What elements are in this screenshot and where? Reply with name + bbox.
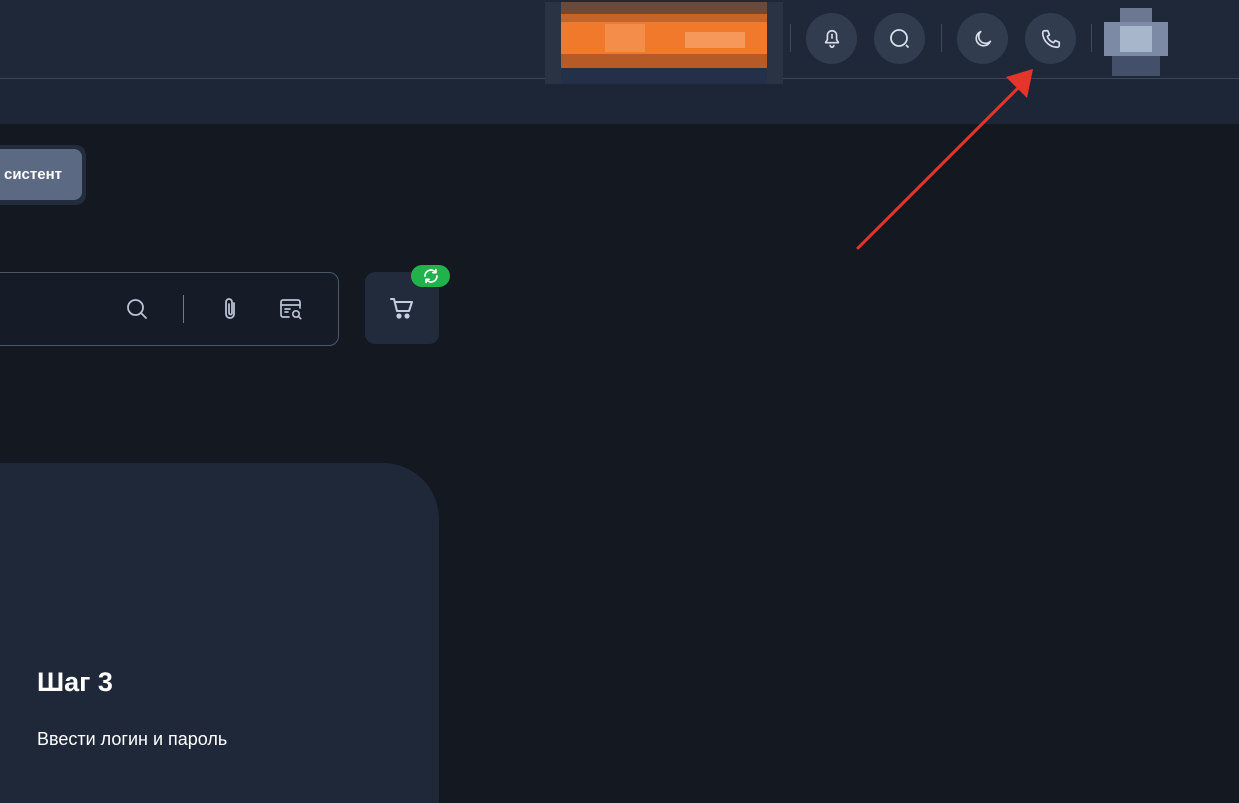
assistant-button-frame: систент	[0, 145, 86, 205]
redacted-banner[interactable]	[545, 2, 783, 84]
step-card: Шаг 3 Ввести логин и пароль	[0, 463, 439, 803]
avatar[interactable]	[1104, 8, 1168, 76]
sub-bar	[0, 79, 1239, 124]
header-divider	[790, 24, 791, 52]
call-button[interactable]	[1025, 13, 1076, 64]
phone-icon	[1041, 29, 1060, 48]
search-submit-button[interactable]	[123, 295, 151, 323]
header-divider	[1091, 24, 1092, 52]
catalog-search-icon	[280, 299, 302, 320]
paperclip-icon	[225, 298, 235, 319]
attach-button[interactable]	[217, 295, 245, 323]
moon-icon	[974, 30, 991, 47]
search-icon	[127, 299, 147, 319]
step-description: Ввести логин и пароль	[37, 729, 228, 749]
notifications-button[interactable]	[806, 13, 857, 64]
cart-sync-badge[interactable]	[411, 265, 450, 287]
assistant-button[interactable]: систент	[0, 149, 82, 200]
step-title: Шаг 3	[37, 667, 113, 697]
refresh-icon	[423, 268, 438, 284]
theme-toggle-button[interactable]	[957, 13, 1008, 64]
search-button[interactable]	[874, 13, 925, 64]
header-divider	[941, 24, 942, 52]
bell-icon	[824, 29, 839, 48]
search-divider	[183, 295, 184, 323]
search-field[interactable]	[0, 272, 339, 346]
search-icon	[889, 28, 909, 48]
catalog-search-button[interactable]	[277, 295, 305, 323]
cart-icon	[390, 298, 413, 319]
